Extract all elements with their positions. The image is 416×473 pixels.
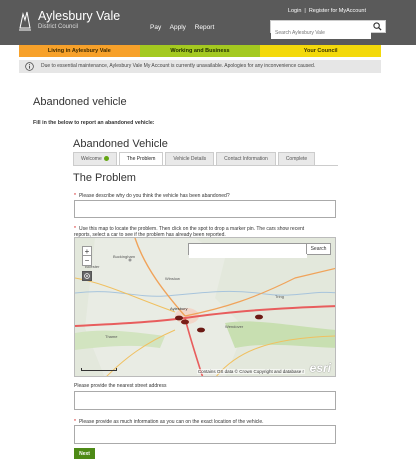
scale-bar xyxy=(81,368,117,371)
info-icon xyxy=(25,62,34,71)
town-label: Aylesbury xyxy=(170,306,188,311)
nav-living[interactable]: Living in Aylesbury Vale xyxy=(19,45,140,57)
zoom-in-button[interactable]: + xyxy=(83,247,91,256)
form-title: Abandoned Vehicle xyxy=(73,138,168,150)
zoom-out-button[interactable]: − xyxy=(83,256,91,265)
map-search-button[interactable]: Search xyxy=(306,244,330,254)
locate-icon xyxy=(84,273,90,279)
tab-label: Welcome xyxy=(81,156,102,162)
required-marker: * xyxy=(74,193,76,199)
notice-text: Due to essential maintenance, Aylesbury … xyxy=(41,63,316,69)
tab-contact-information[interactable]: Contact Information xyxy=(216,152,276,165)
label-text: Please describe why do you think the veh… xyxy=(78,193,230,199)
nav-working[interactable]: Working and Business xyxy=(139,45,261,57)
crest-icon xyxy=(19,11,31,31)
map-attribution: Contains OS data © Crown Copyright and d… xyxy=(196,369,305,374)
zoom-control: + − xyxy=(82,246,92,266)
top-nav: Pay Apply Report xyxy=(150,24,221,31)
tab-welcome[interactable]: Welcome xyxy=(73,152,117,165)
tab-the-problem[interactable]: The Problem xyxy=(118,152,164,165)
search-input[interactable] xyxy=(271,27,371,39)
street-address-field[interactable] xyxy=(74,391,336,410)
next-button[interactable]: Next xyxy=(74,448,95,459)
tab-complete[interactable]: Complete xyxy=(277,152,316,165)
council-logo[interactable]: Aylesbury Vale District Council xyxy=(18,9,138,38)
check-icon xyxy=(103,156,109,162)
q-abandon-reason-label: * Please describe why do you think the ve… xyxy=(74,193,230,199)
town-label: Buckingham xyxy=(113,254,136,259)
site-search xyxy=(270,20,386,39)
search-icon[interactable] xyxy=(373,22,382,31)
esri-logo: esri xyxy=(309,361,331,375)
separator: | xyxy=(304,8,306,14)
nav-apply[interactable]: Apply xyxy=(170,24,186,31)
car-marker-icon[interactable] xyxy=(197,327,205,333)
map-canvas[interactable]: Buckingham Winslow Aylesbury Thame Wendo… xyxy=(75,238,336,377)
form-steps: Welcome The Problem Vehicle Details Cont… xyxy=(73,152,338,166)
logo-subtitle: District Council xyxy=(38,24,79,30)
location-map[interactable]: Buckingham Winslow Aylesbury Thame Wendo… xyxy=(74,237,336,377)
section-title: The Problem xyxy=(73,172,136,184)
nav-report[interactable]: Report xyxy=(195,24,215,31)
locate-button[interactable] xyxy=(82,271,92,281)
town-label: Winslow xyxy=(165,276,180,281)
car-marker-icon[interactable] xyxy=(255,314,263,320)
map-search: Search xyxy=(188,243,331,258)
town-label: Tring xyxy=(275,294,284,299)
site-header: Aylesbury Vale District Council Pay Appl… xyxy=(0,0,416,45)
q-street-address-label: Please provide the nearest street addres… xyxy=(74,383,167,389)
car-marker-icon[interactable] xyxy=(175,315,183,321)
town-label: Wendover xyxy=(225,324,244,329)
section-nav: Living in Aylesbury Vale Working and Bus… xyxy=(19,45,382,57)
abandon-reason-field[interactable] xyxy=(74,200,336,218)
nav-council[interactable]: Your Council xyxy=(260,45,382,57)
map-search-input[interactable] xyxy=(189,247,307,258)
account-links: Login | Register for MyAccount xyxy=(288,8,366,14)
exact-location-field[interactable] xyxy=(74,425,336,444)
nav-pay[interactable]: Pay xyxy=(150,24,161,31)
tab-vehicle-details[interactable]: Vehicle Details xyxy=(165,152,215,165)
login-link[interactable]: Login xyxy=(288,8,301,14)
register-link[interactable]: Register for MyAccount xyxy=(309,8,366,14)
town-label: Thame xyxy=(105,334,118,339)
logo-name: Aylesbury Vale xyxy=(38,9,121,23)
intro-text: Fill in the below to report an abandoned… xyxy=(33,120,155,126)
page-title: Abandoned vehicle xyxy=(33,96,127,108)
maintenance-notice: Due to essential maintenance, Aylesbury … xyxy=(19,60,381,73)
car-marker-icon[interactable] xyxy=(181,319,189,325)
